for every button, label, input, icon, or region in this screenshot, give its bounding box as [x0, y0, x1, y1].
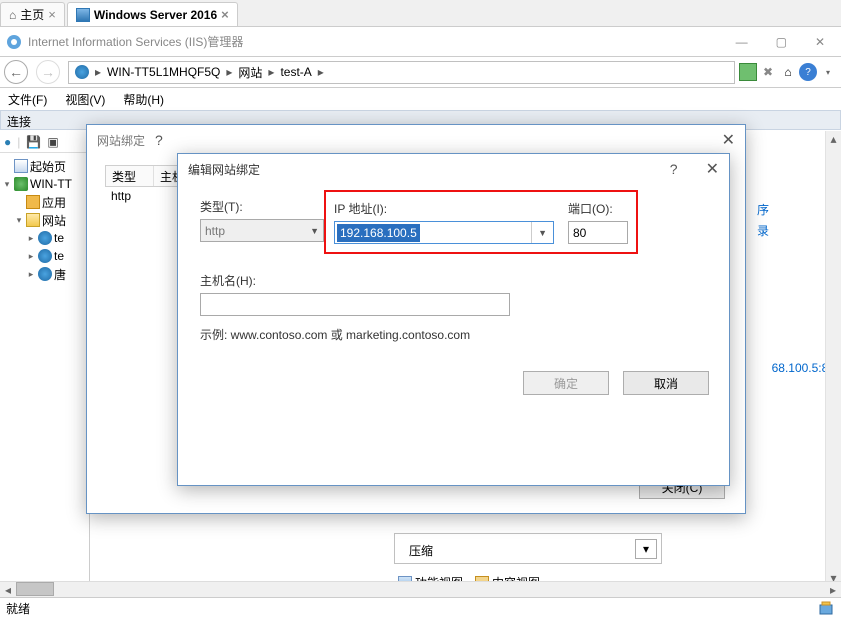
expand-icon[interactable]: ▣ — [47, 135, 58, 149]
close-icon[interactable]: ✕ — [815, 35, 825, 49]
edit-binding-dialog: 编辑网站绑定 ? ✕ 类型(T): http ▼ IP 地址(I): 192.1… — [177, 153, 730, 486]
tree-start[interactable]: 起始页 — [2, 157, 87, 175]
save-icon[interactable]: 💾 — [26, 135, 41, 149]
tab-vm[interactable]: Windows Server 2016 × — [67, 2, 238, 26]
window-titlebar: Internet Information Services (IIS)管理器 —… — [0, 27, 841, 56]
app-title: Internet Information Services (IIS)管理器 — [28, 33, 243, 50]
status-text: 就绪 — [6, 602, 30, 616]
folder-icon — [26, 213, 40, 227]
chevron-down-icon: ▼ — [310, 226, 319, 236]
help-icon[interactable]: ? — [670, 161, 678, 177]
chevron-right-icon: ▸ — [318, 65, 324, 79]
connections-tree: ● | 💾 ▣ 起始页 ▾WIN-TT 应用 ▾网站 ▸te ▸te ▸唐 — [0, 131, 90, 586]
cancel-button[interactable]: 取消 — [623, 371, 709, 395]
tree-apppools[interactable]: 应用 — [2, 193, 87, 211]
help-icon[interactable]: ? — [155, 132, 163, 148]
iis-icon — [6, 34, 22, 50]
address-bar[interactable]: ▸ WIN-TT5L1MHQF5Q ▸ 网站 ▸ test-A ▸ — [68, 61, 735, 84]
ip-value: 192.168.100.5 — [337, 224, 420, 242]
maximize-icon[interactable]: ▢ — [776, 35, 787, 49]
scroll-right-icon[interactable]: ▸ — [825, 582, 841, 598]
ok-button: 确定 — [523, 371, 609, 395]
hostname-label: 主机名(H): — [200, 272, 707, 289]
close-icon[interactable]: ✕ — [722, 130, 735, 150]
vertical-scrollbar[interactable]: ▴ ▾ — [825, 131, 841, 586]
crumb-server[interactable]: WIN-TT5L1MHQF5Q — [107, 65, 220, 79]
close-icon[interactable]: × — [48, 7, 56, 22]
hostname-example: 示例: www.contoso.com 或 marketing.contoso.… — [200, 326, 707, 343]
dialog-title: 网站绑定 — [97, 132, 145, 149]
close-icon[interactable]: ✕ — [706, 159, 719, 179]
globe-icon — [38, 267, 52, 281]
globe-icon — [38, 249, 52, 263]
ip-label: IP 地址(I): — [334, 200, 554, 217]
port-input[interactable] — [568, 221, 628, 244]
ip-address-select[interactable]: 192.168.100.5 ▼ — [334, 221, 554, 244]
menu-help[interactable]: 帮助(H) — [119, 89, 168, 110]
status-bar: 就绪 — [0, 597, 841, 619]
chevron-right-icon: ▸ — [226, 65, 232, 79]
nav-bar: ← → ▸ WIN-TT5L1MHQF5Q ▸ 网站 ▸ test-A ▸ ✖ … — [0, 56, 841, 88]
crumb-sites[interactable]: 网站 — [238, 64, 262, 81]
apppool-icon — [26, 195, 40, 209]
tree-site-b[interactable]: ▸te — [2, 247, 87, 265]
menu-file[interactable]: 文件(F) — [4, 89, 51, 110]
globe-icon — [38, 231, 52, 245]
home-icon — [14, 159, 28, 173]
refresh-icon[interactable] — [739, 63, 757, 81]
config-icon[interactable] — [819, 601, 835, 617]
menu-bar: 文件(F) 视图(V) 帮助(H) — [0, 88, 841, 110]
type-label: 类型(T): — [200, 198, 324, 215]
close-icon[interactable]: × — [221, 7, 229, 22]
tab-label: 主页 — [20, 6, 44, 23]
forward-button[interactable]: → — [32, 56, 64, 88]
vm-tab-bar: ⌂ 主页 × Windows Server 2016 × — [0, 0, 841, 27]
server-icon — [14, 177, 28, 191]
scroll-thumb[interactable] — [16, 582, 54, 596]
tree-site-c[interactable]: ▸唐 — [2, 265, 87, 283]
home-icon[interactable]: ⌂ — [779, 63, 797, 81]
chevron-right-icon: ▸ — [268, 65, 274, 79]
tree-site-a[interactable]: ▸te — [2, 229, 87, 247]
globe-icon — [75, 65, 89, 79]
dropdown-button[interactable]: ▾ — [635, 539, 657, 559]
minimize-icon[interactable]: — — [736, 35, 748, 49]
horizontal-scrollbar[interactable]: ◂ ▸ — [0, 581, 841, 597]
scroll-up-icon[interactable]: ▴ — [826, 131, 841, 147]
chevron-right-icon: ▸ — [95, 65, 101, 79]
hostname-input[interactable] — [200, 293, 510, 316]
dialog-title: 编辑网站绑定 — [188, 161, 260, 178]
chevron-down-icon[interactable]: ▼ — [531, 222, 553, 243]
cell-type: http — [105, 187, 153, 207]
type-select: http ▼ — [200, 219, 324, 242]
compress-group: 压缩 ▾ — [394, 533, 662, 564]
scroll-left-icon[interactable]: ◂ — [0, 582, 16, 598]
help-icon[interactable]: ? — [799, 63, 817, 81]
stop-icon[interactable]: ✖ — [759, 63, 777, 81]
tab-home[interactable]: ⌂ 主页 × — [0, 2, 65, 26]
back-button[interactable]: ← — [0, 56, 32, 88]
tree-server[interactable]: ▾WIN-TT — [2, 175, 87, 193]
compress-label: 压缩 — [409, 544, 433, 558]
monitor-icon — [76, 8, 90, 22]
tab-label: Windows Server 2016 — [94, 8, 217, 22]
crumb-site[interactable]: test-A — [280, 65, 311, 79]
col-type[interactable]: 类型 — [106, 166, 154, 186]
menu-view[interactable]: 视图(V) — [61, 89, 109, 110]
connect-icon[interactable]: ● — [4, 135, 11, 149]
tree-sites[interactable]: ▾网站 — [2, 211, 87, 229]
home-icon: ⌂ — [9, 8, 16, 22]
port-label: 端口(O): — [568, 200, 628, 217]
